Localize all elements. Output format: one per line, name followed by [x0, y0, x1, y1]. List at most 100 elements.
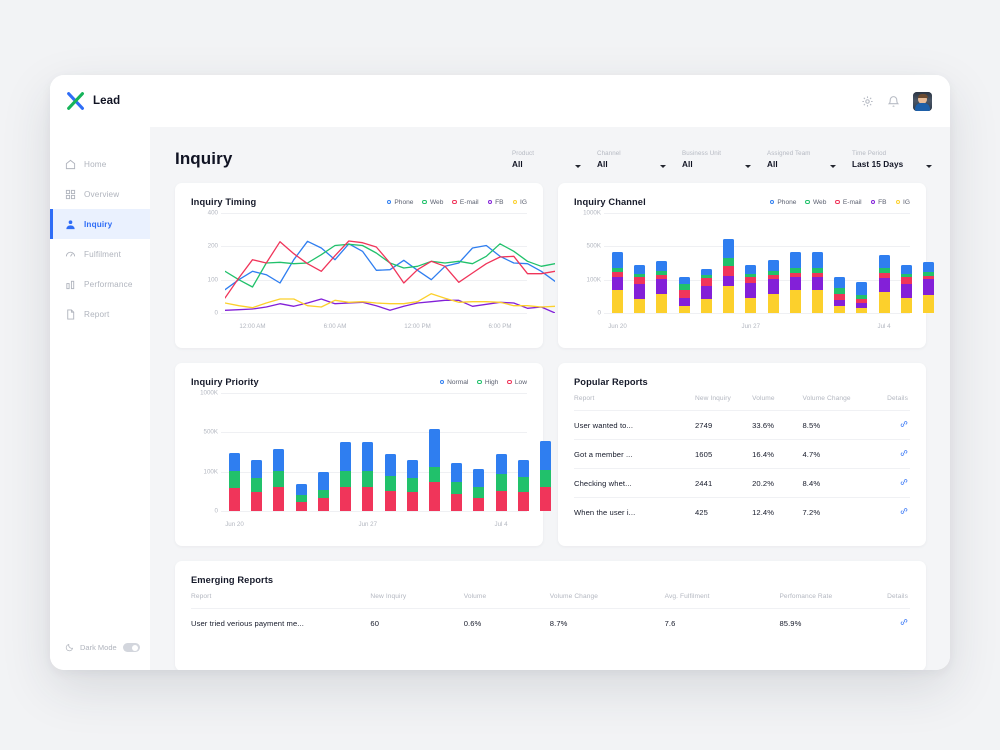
table-row[interactable]: User wanted to... 2749 33.6% 8.5% — [574, 410, 910, 440]
link-icon[interactable] — [900, 449, 908, 457]
bar[interactable] — [229, 453, 240, 511]
sidebar-item-report[interactable]: Report — [50, 299, 150, 329]
bar[interactable] — [634, 264, 646, 313]
table-row[interactable]: When the user i... 425 12.4% 7.2% — [574, 497, 910, 526]
bar[interactable] — [295, 484, 307, 511]
bar[interactable] — [656, 261, 668, 313]
bar[interactable] — [856, 282, 868, 313]
bar[interactable] — [428, 429, 440, 511]
page-header: Inquiry Product All Channel All Business… — [175, 127, 932, 183]
x-axis: 12:00 AM 6:00 AM 12:00 PM 6:00 PM — [221, 321, 527, 333]
bar[interactable] — [834, 277, 846, 313]
bar-segment-normal — [273, 448, 285, 471]
legend-item[interactable]: Phone — [386, 199, 413, 206]
bar-segment-high — [495, 474, 507, 491]
legend-item[interactable]: FB — [487, 199, 504, 206]
sidebar-item-inquiry[interactable]: Inquiry — [50, 209, 150, 239]
bar-segment-phone — [900, 264, 912, 274]
bar[interactable] — [473, 468, 485, 511]
legend-item[interactable]: IG — [895, 199, 910, 206]
bar[interactable] — [789, 252, 801, 313]
logo-x-icon — [65, 90, 87, 112]
legend-dot-icon — [386, 199, 392, 205]
bar[interactable] — [767, 260, 779, 313]
bar[interactable] — [900, 264, 912, 313]
bar[interactable] — [384, 454, 396, 511]
bar[interactable] — [878, 255, 890, 313]
avatar[interactable] — [913, 91, 932, 111]
app-window: Lead Home Overview Inquiry Fulfilment Pe… — [50, 75, 950, 670]
table-cell: User tried verious payment me... — [191, 608, 371, 637]
table-cell: 85.9% — [779, 608, 888, 637]
x-axis-tick: Jun 20 — [225, 521, 244, 528]
bar[interactable] — [678, 276, 690, 313]
bar[interactable] — [251, 460, 263, 511]
bar[interactable] — [495, 454, 507, 511]
bar-segment-ig — [789, 290, 801, 313]
bar-segment-fb — [678, 297, 690, 306]
y-axis-tick: 0 — [597, 309, 601, 317]
dark-mode-toggle[interactable]: Dark Mode — [50, 643, 150, 652]
bar[interactable] — [517, 459, 529, 511]
card-inquiry-timing: Inquiry Timing Phone Web E-mail FB IG 400 200… — [175, 183, 555, 348]
bar[interactable] — [362, 441, 374, 511]
legend-dot-icon — [507, 379, 512, 385]
bar[interactable] — [340, 441, 352, 511]
bar[interactable] — [540, 441, 551, 511]
filter-time-period[interactable]: Time Period Last 15 Days — [852, 150, 932, 169]
table-row[interactable]: User tried verious payment me... 60 0.6% 8.… — [191, 608, 910, 637]
link-icon[interactable] — [900, 478, 908, 486]
chevron-down-icon[interactable] — [745, 165, 751, 168]
sidebar-item-home[interactable]: Home — [50, 149, 150, 179]
gear-icon[interactable] — [861, 95, 874, 108]
legend-item[interactable]: Web — [422, 199, 443, 206]
filter-channel[interactable]: Channel All — [597, 150, 682, 169]
chevron-down-icon[interactable] — [926, 165, 932, 168]
link-icon[interactable] — [900, 618, 908, 626]
bar-segment-phone — [923, 261, 934, 272]
legend-item[interactable]: Normal — [439, 379, 468, 386]
bar[interactable] — [273, 448, 285, 511]
bar[interactable] — [612, 252, 623, 313]
sidebar-item-performance[interactable]: Performance — [50, 269, 150, 299]
chevron-down-icon[interactable] — [830, 165, 836, 168]
filter-assigned-team[interactable]: Assigned Team All — [767, 150, 852, 169]
filter-business-unit[interactable]: Business Unit All — [682, 150, 767, 169]
bell-icon[interactable] — [887, 95, 900, 108]
bar[interactable] — [700, 268, 712, 313]
brand-logo[interactable]: Lead — [50, 75, 150, 127]
bar[interactable] — [923, 261, 934, 313]
legend-item[interactable]: High — [477, 379, 498, 386]
legend-item[interactable]: Low — [507, 379, 527, 386]
bar[interactable] — [406, 460, 418, 511]
legend-item[interactable]: FB — [870, 199, 887, 206]
legend-item[interactable]: Web — [805, 199, 826, 206]
chevron-down-icon[interactable] — [575, 165, 581, 168]
table-row[interactable]: Checking whet... 2441 20.2% 8.4% — [574, 468, 910, 498]
bar-segment-normal — [317, 471, 329, 490]
bar[interactable] — [745, 265, 757, 313]
dark-mode-switch[interactable] — [122, 643, 140, 652]
legend-item[interactable]: E-mail — [835, 199, 862, 206]
sidebar-item-label: Overview — [84, 189, 120, 199]
filter-label: Channel — [597, 150, 621, 157]
dark-mode-label: Dark Mode — [80, 643, 117, 652]
link-icon[interactable] — [900, 420, 908, 428]
bar[interactable] — [317, 471, 329, 511]
filter-product[interactable]: Product All — [512, 150, 597, 169]
bar[interactable] — [451, 463, 463, 511]
legend-item[interactable]: E-mail — [452, 199, 479, 206]
chevron-down-icon[interactable] — [660, 165, 666, 168]
table-row[interactable]: Got a member ... 1605 16.4% 4.7% — [574, 439, 910, 469]
main-area: Inquiry Product All Channel All Business… — [150, 75, 950, 670]
bar[interactable] — [723, 239, 735, 313]
bar-segment-phone — [700, 268, 712, 276]
emerging-reports-table: Report New Inquiry Volume Volume Change … — [191, 587, 910, 637]
sidebar-item-overview[interactable]: Overview — [50, 179, 150, 209]
link-icon[interactable] — [900, 507, 908, 515]
y-axis-tick: 0 — [214, 309, 218, 317]
bar[interactable] — [811, 252, 823, 313]
legend-item[interactable]: Phone — [769, 199, 796, 206]
legend-item[interactable]: IG — [512, 199, 527, 206]
sidebar-item-fulfilment[interactable]: Fulfilment — [50, 239, 150, 269]
